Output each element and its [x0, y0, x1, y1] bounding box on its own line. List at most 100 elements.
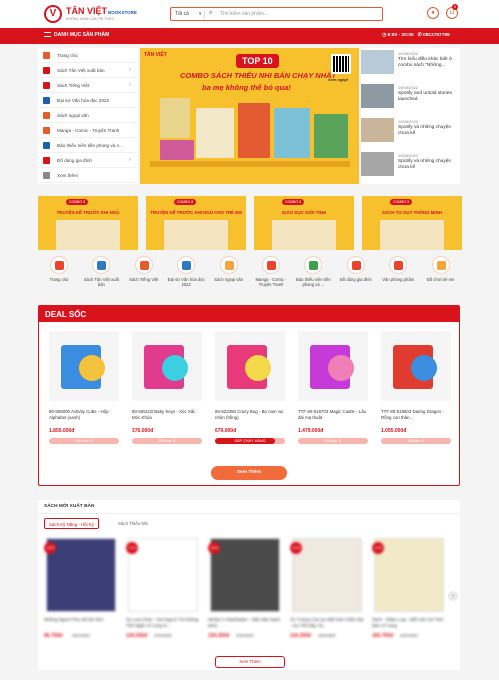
category-icon-circle	[304, 256, 323, 274]
combo-badge: COMBO 8	[174, 199, 197, 205]
deal-product-card[interactable]: 80-522350 Crazy Bug - Bọ cam vui nhộn (h…	[213, 328, 287, 450]
search-input[interactable]: Tìm kiếm sản phẩm...	[220, 11, 268, 17]
combo-books-image	[56, 220, 120, 250]
book-old-price: 179.000đ	[236, 633, 254, 638]
news-title[interactable]: Tìm hiểu điều khác biệt ở combo sách "Nh…	[398, 57, 458, 69]
book-cover-image	[274, 108, 310, 158]
category-shortcut[interactable]: Đồ chơi trẻ em	[420, 256, 462, 296]
book-card[interactable]: -20% Những Ngươi Phụ Nữ Bé Nhỏ 96.750đ 129.…	[42, 538, 120, 648]
category-icon-circle	[92, 256, 111, 274]
book-name[interactable]: Sự Lựa Chọn - Nơi Ngươi Tôi Không Thể Ng…	[126, 617, 200, 629]
news-title[interactable]: Spotify và những chuyện chưa kể	[398, 159, 458, 171]
book-name[interactable]: Những Ngươi Phụ Nữ Bé Nhỏ	[44, 617, 118, 623]
new-books-title: SÁCH MỚI XUẤT BẢN	[44, 504, 95, 509]
book-icon	[43, 82, 50, 89]
category-shortcut[interactable]: Văn phòng phẩm	[377, 256, 419, 296]
category-shortcut-label: Manga - Comic - Truyện Tranh	[255, 277, 287, 288]
deal-header: DEAL SỐC	[39, 306, 459, 322]
category-shortcut[interactable]: Đồ dùng gia đình	[335, 256, 377, 296]
combo-title: TRUYỆN KỂ TRƯỚC KHI NGỦ	[56, 210, 120, 215]
news-title[interactable]: Spotify và những chuyện chưa kể	[398, 125, 458, 137]
category-menu-toggle[interactable]: DANH MỤC SẢN PHẨM	[44, 32, 109, 38]
category-shortcut-label: Đồ chơi trẻ em	[426, 277, 455, 282]
category-shortcut[interactable]: Manga - Comic - Truyện Tranh	[250, 256, 292, 296]
search-category-select[interactable]: Tất cả	[175, 11, 201, 17]
news-title[interactable]: Spotify and untold stories launched	[398, 91, 458, 103]
category-shortcut[interactable]: Trang chủ	[38, 256, 80, 296]
news-thumbnail	[361, 118, 394, 142]
product-name[interactable]: TTF 80-519703 Magic Castle - Lâu đài ma …	[298, 409, 370, 421]
combo-banner[interactable]: COMBO 5 SÁCH TƯ DUY THÔNG MINH	[362, 196, 462, 250]
house-icon	[43, 157, 50, 164]
book-card[interactable]: -20% Ảo Tưởng Của Sự Bất Khả Chiến Bại - …	[288, 538, 366, 648]
tab-thieu-nhi[interactable]: Sách Thiếu Nhi	[114, 518, 152, 529]
book-card[interactable]: -20% Merlyn ở Manhattan – Một năm hạnh ph…	[206, 538, 284, 648]
category-shortcut[interactable]: Sách Tân Việt xuất bản	[80, 256, 122, 296]
sidebar-item[interactable]: Sách Tân Việt xuất bản ›	[38, 63, 138, 78]
book-cover-image	[374, 538, 444, 612]
toy-icon	[436, 261, 446, 270]
category-shortcut[interactable]: Báo thiếu niên tiền phong và ...	[292, 256, 334, 296]
deal-product-card[interactable]: TTF 80-519603 Daring Dragon - Rồng con t…	[379, 328, 453, 450]
sidebar-item[interactable]: Đại sứ Văn hóa đọc 2022	[38, 93, 138, 108]
sold-status-text: Đã bán: 0	[407, 439, 425, 443]
news-item[interactable]: 19/08/2022 Spotify và những chuyện chưa k…	[361, 116, 460, 150]
book-card[interactable]: -20% Sự Lựa Chọn - Nơi Ngươi Tôi Không Th…	[124, 538, 202, 648]
book-name[interactable]: Ảo Tưởng Của Sự Bất Khả Chiến Bại - Sự T…	[290, 617, 364, 629]
banner-brand: TÂN VIỆT	[144, 52, 167, 58]
toy-shape	[328, 355, 354, 381]
site-logo[interactable]: V TÂN VIỆTBOOKSTORE KHÔNG GIAN CỦA TRI T…	[44, 5, 137, 25]
new-books-view-more-button[interactable]: Xem Thêm	[215, 656, 285, 668]
sidebar-item[interactable]: Sách Tiếng Việt ›	[38, 78, 138, 93]
deal-product-card[interactable]: TTF 80-519703 Magic Castle - Lâu đài ma …	[296, 328, 370, 450]
product-name[interactable]: TTF 80-519603 Daring Dragon - Rồng con t…	[381, 409, 453, 421]
product-name[interactable]: 80-505000 Activity Cube - Hộp Alphabet (…	[49, 409, 121, 421]
search-icon[interactable]: ⌕	[209, 10, 212, 17]
book-name[interactable]: Merlyn ở Manhattan – Một năm hạnh phúc	[208, 617, 282, 629]
hamburger-icon	[44, 32, 51, 37]
book-name[interactable]: Sách - Nhân Loại - Mối Liên Sử Trên Đảo …	[372, 617, 446, 629]
banner-badge: TOP 10	[236, 54, 279, 68]
book-card[interactable]: -20% Sách - Nhân Loại - Mối Liên Sử Trên …	[370, 538, 448, 648]
combo-banner[interactable]: COMBO 8 TRUYỆN KỂ TRƯỚC KHI NGỦ CHO TRẺ E…	[146, 196, 246, 250]
sidebar-item[interactable]: Bảo thiếu niên tiền phong và n...	[38, 138, 138, 153]
category-shortcut[interactable]: Đại sứ Văn hóa đọc 2022	[165, 256, 207, 296]
news-date: 19/08/2022	[398, 85, 419, 90]
combo-banner[interactable]: COMBO 8 TRUYỆN KỂ TRƯỚC KHI NGỦ	[38, 196, 138, 250]
category-icon-row: Trang chủ Sách Tân Việt xuất bản Sách Tiến…	[38, 256, 462, 296]
deal-product-card[interactable]: 80-505103 Baby Keys - Xúc Xắc Móc Khóa 37…	[130, 328, 204, 450]
sold-status-text: Đã bán: 0	[75, 439, 93, 443]
bookstack-icon	[139, 261, 149, 270]
hero-banner[interactable]: TÂN VIỆT TOP 10 COMBO SÁCH THIẾU NHI BÁN…	[140, 48, 359, 184]
deal-view-more-button[interactable]: Xem Thêm	[211, 466, 287, 480]
news-item[interactable]: 19/08/2022 Spotify và những chuyện chưa k…	[361, 150, 460, 184]
product-price: 1.855.000đ	[49, 428, 75, 434]
sidebar-item[interactable]: Sách ngoại văn	[38, 108, 138, 123]
product-name[interactable]: 80-505103 Baby Keys - Xúc Xắc Móc Khóa	[132, 409, 204, 421]
user-icon[interactable]: ●	[427, 7, 439, 19]
product-name[interactable]: 80-522350 Crazy Bug - Bọ cam vui nhộn (h…	[215, 409, 287, 421]
sold-progress-bar: SẮP CHÁY HÀNG	[215, 438, 285, 444]
news-thumbnail	[361, 84, 394, 108]
category-shortcut[interactable]: Sách Tiếng Việt	[123, 256, 165, 296]
toy-shape	[245, 355, 271, 381]
tab-ky-nang[interactable]: Sách Kỹ Năng - Hồi Ký	[44, 518, 99, 529]
award-icon	[43, 97, 50, 104]
combo-banner[interactable]: COMBO 5 GIÁO DỤC GIỚI TÍNH	[254, 196, 354, 250]
family-icon	[351, 261, 361, 270]
news-item[interactable]: 19/08/2022 Tìm hiểu điều khác biệt ở comb…	[361, 48, 460, 82]
book-cover-image	[314, 114, 348, 158]
news-item[interactable]: 19/08/2022 Spotify and untold stories lau…	[361, 82, 460, 116]
book-old-price: 245.000đ	[400, 633, 418, 638]
sidebar-item[interactable]: Đồ dùng gia đình ›	[38, 153, 138, 168]
product-price: 679.000đ	[215, 428, 237, 434]
product-image	[132, 331, 202, 401]
carousel-next-icon[interactable]: ›	[448, 591, 458, 601]
sidebar-item[interactable]: Trang chủ	[38, 48, 138, 63]
category-shortcut[interactable]: Sách ngoại văn	[208, 256, 250, 296]
sidebar-item[interactable]: Manga - Comic - Truyện Tranh	[38, 123, 138, 138]
combo-title: GIÁO DỤC GIỚI TÍNH	[281, 210, 327, 215]
toy-shape	[79, 355, 105, 381]
sidebar-item[interactable]: Xem thêm	[38, 168, 138, 183]
deal-product-card[interactable]: 80-505000 Activity Cube - Hộp Alphabet (…	[47, 328, 121, 450]
